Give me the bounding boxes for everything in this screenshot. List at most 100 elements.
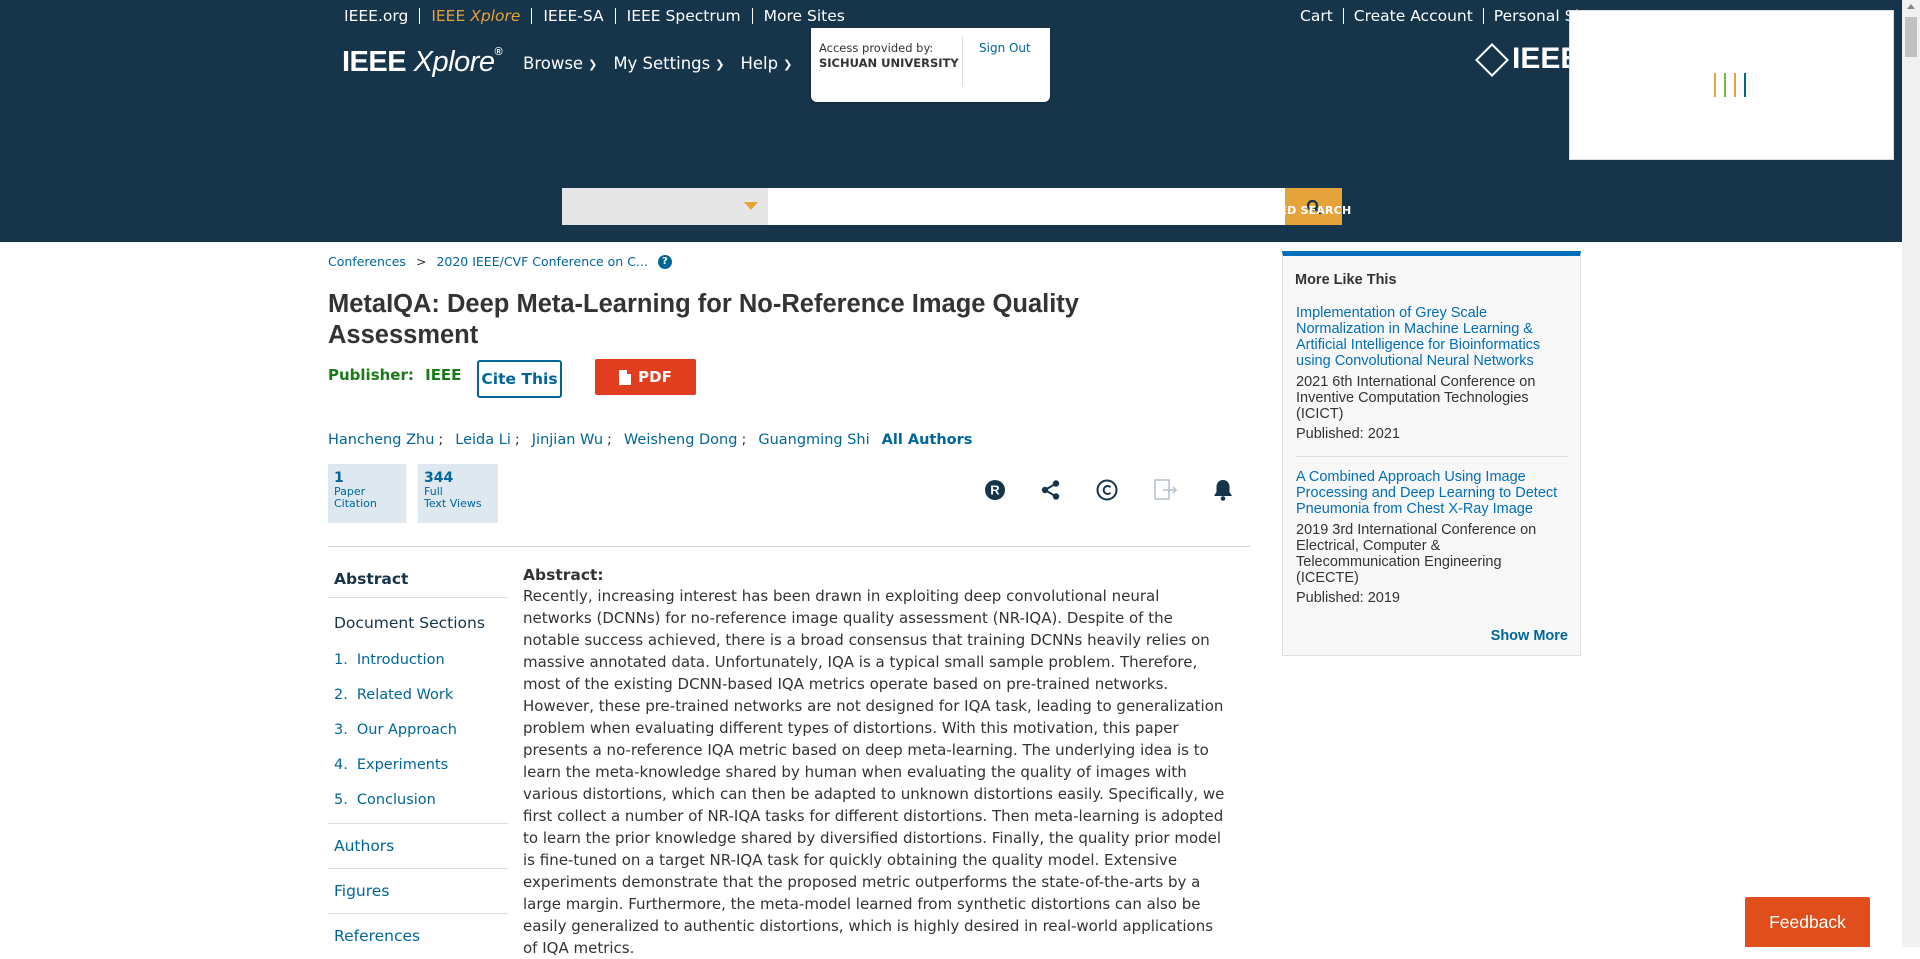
nav-my-settings[interactable]: My Settings ❯ (613, 54, 724, 73)
chevron-down-icon: ❯ (715, 58, 725, 71)
more-like-this-panel: More Like This Implementation of Grey Sc… (1282, 251, 1581, 656)
logo-text-ieee: IEEE (342, 46, 407, 78)
loading-bar (1734, 73, 1736, 97)
pdf-icon (619, 369, 632, 385)
show-more-link[interactable]: Show More (1491, 628, 1568, 644)
link-ieee-xplore-italic: Xplore (470, 7, 521, 25)
pdf-button-label: PDF (638, 368, 672, 386)
more-like-this-heading: More Like This (1295, 272, 1397, 288)
sidebar-item-references[interactable]: References (328, 913, 508, 958)
feedback-button[interactable]: Feedback (1745, 897, 1870, 947)
search-scope-select[interactable] (562, 188, 768, 225)
access-divider (962, 36, 963, 86)
loading-bar (1744, 73, 1746, 97)
related-article-title[interactable]: A Combined Approach Using Image Processi… (1296, 469, 1568, 517)
section-label: Experiments (356, 756, 449, 773)
author-link[interactable]: Leida Li (455, 432, 511, 448)
related-article: Implementation of Grey Scale Normalizati… (1296, 305, 1568, 442)
author-link[interactable]: Hancheng Zhu (328, 432, 434, 448)
all-authors-link[interactable]: All Authors (882, 432, 973, 448)
loading-bar (1724, 73, 1726, 97)
author-link[interactable]: Guangming Shi (758, 432, 869, 448)
related-article-conference: 2019 3rd International Conference on Ele… (1296, 522, 1537, 586)
rights-permissions-icon[interactable]: R (983, 478, 1007, 502)
help-icon[interactable]: ? (657, 254, 672, 269)
ieee-xplore-logo[interactable]: IEEE Xplore® (342, 46, 503, 79)
chevron-down-icon: ❯ (588, 58, 598, 71)
nav-my-settings-label: My Settings (613, 54, 711, 73)
link-cart[interactable]: Cart (1290, 8, 1344, 24)
section-label: Conclusion (356, 791, 436, 808)
author-link[interactable]: Weisheng Dong (624, 432, 738, 448)
link-ieee-sa[interactable]: IEEE-SA (532, 8, 616, 24)
nav-browse-label: Browse (523, 54, 584, 73)
sidebar-item-abstract[interactable]: Abstract (328, 560, 508, 598)
section-number: 4. (334, 756, 348, 773)
svg-text:R: R (990, 483, 1000, 498)
sidebar-item-our-approach[interactable]: 3. Our Approach (328, 712, 508, 747)
search-input[interactable] (768, 188, 1285, 225)
metric-number: 344 (424, 470, 454, 486)
pdf-button[interactable]: PDF (595, 359, 696, 395)
link-ieee-spectrum[interactable]: IEEE Spectrum (616, 8, 753, 24)
access-university: SICHUAN UNIVERSITY (819, 56, 959, 70)
copyright-icon[interactable] (1095, 478, 1119, 502)
author-separator: ; (741, 432, 747, 448)
link-more-sites[interactable]: More Sites (753, 8, 856, 24)
abstract-text: Recently, increasing interest has been d… (523, 587, 1225, 957)
nav-browse[interactable]: Browse ❯ (523, 54, 597, 73)
ieee-logo[interactable]: IEEE (1475, 42, 1580, 78)
breadcrumb-conferences[interactable]: Conferences (328, 254, 406, 269)
page-scrollbar[interactable] (1902, 0, 1920, 947)
metric-number: 1 (334, 470, 344, 486)
abstract-heading: Abstract: (523, 566, 604, 584)
breadcrumb-conference[interactable]: 2020 IEEE/CVF Conference on C... (436, 254, 647, 269)
scrollbar-thumb[interactable] (1905, 17, 1917, 57)
export-icon[interactable] (1153, 478, 1179, 502)
sidebar-item-experiments[interactable]: 4. Experiments (328, 747, 508, 782)
full-text-views-metric[interactable]: 344 Full Text Views (418, 464, 498, 523)
publisher: Publisher: IEEE (328, 366, 461, 384)
sidebar-document-sections-title: Document Sections (334, 614, 485, 632)
section-number: 3. (334, 721, 348, 738)
author-separator: ; (514, 432, 520, 448)
link-ieee-xplore-prefix: IEEE (431, 7, 466, 25)
logo-registered-mark: ® (494, 46, 503, 58)
sidebar-item-related-work[interactable]: 2. Related Work (328, 677, 508, 712)
section-number: 1. (334, 651, 348, 668)
search-bar (562, 188, 1342, 225)
caret-down-icon (744, 202, 758, 210)
section-label: Introduction (356, 651, 445, 668)
metric-label: Text Views (424, 497, 482, 510)
sidebar-item-figures[interactable]: Figures (328, 868, 508, 913)
link-ieee-org[interactable]: IEEE.org (333, 8, 421, 24)
link-create-account[interactable]: Create Account (1344, 8, 1484, 24)
section-label: Related Work (356, 686, 454, 703)
alerts-bell-icon[interactable] (1212, 478, 1234, 502)
advanced-search-link[interactable]: ADVANCED SEARCH (1227, 204, 1351, 217)
metric-label: Citation (334, 497, 377, 510)
author-list: Hancheng Zhu; Leida Li; Jinjian Wu; Weis… (328, 432, 972, 448)
abstract-section: Abstract: Recently, increasing interest … (523, 566, 1228, 959)
scroll-up-arrow-icon[interactable] (1907, 4, 1915, 9)
loading-indicator (1714, 73, 1746, 97)
author-link[interactable]: Jinjian Wu (532, 432, 603, 448)
author-separator: ; (438, 432, 444, 448)
link-ieee-xplore[interactable]: IEEE Xplore (420, 7, 533, 25)
chevron-down-icon: ❯ (783, 58, 793, 71)
paper-citation-metric[interactable]: 1 Paper Citation (328, 464, 406, 523)
share-icon[interactable] (1040, 479, 1062, 501)
sidebar-item-authors[interactable]: Authors (328, 823, 508, 868)
sidebar-item-conclusion[interactable]: 5. Conclusion (328, 782, 508, 817)
section-label: Our Approach (356, 721, 457, 738)
related-article-published: Published: 2021 (1296, 426, 1400, 442)
sign-out-link[interactable]: Sign Out (979, 41, 1031, 55)
document-sidebar: Abstract Document Sections 1. Introductio… (328, 560, 508, 958)
related-article-title[interactable]: Implementation of Grey Scale Normalizati… (1296, 305, 1568, 369)
nav-help[interactable]: Help ❯ (740, 54, 792, 73)
sidebar-item-introduction[interactable]: 1. Introduction (328, 642, 508, 677)
loading-bar (1714, 73, 1716, 97)
page-title: MetaIQA: Deep Meta-Learning for No-Refer… (328, 290, 1079, 349)
cite-this-button[interactable]: Cite This (477, 360, 562, 398)
overlay-panel (1569, 10, 1894, 160)
